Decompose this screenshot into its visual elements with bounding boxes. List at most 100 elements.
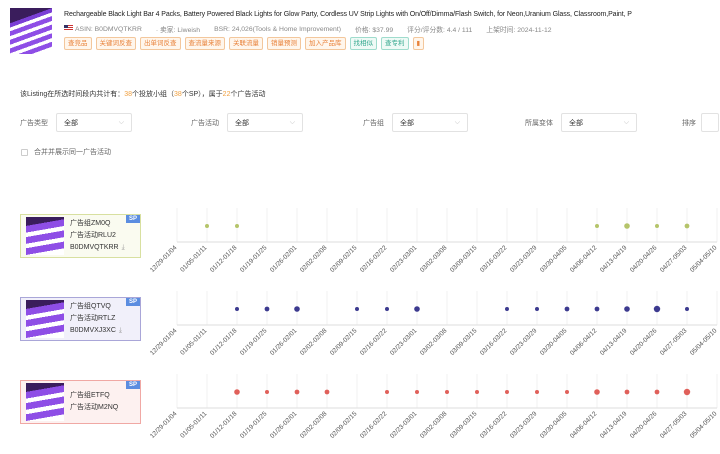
data-point[interactable] bbox=[683, 388, 691, 396]
x-tick-label: 03/23-03/29 bbox=[509, 327, 539, 357]
download-icon[interactable]: ⤓ bbox=[119, 327, 122, 334]
campaign-name: 广告活动M2NQ bbox=[70, 404, 119, 411]
data-point[interactable] bbox=[655, 224, 659, 228]
x-tick-label: 02/09-02/15 bbox=[329, 244, 359, 274]
data-point[interactable] bbox=[535, 390, 539, 394]
x-tick-label: 03/02-03/08 bbox=[419, 327, 449, 357]
data-point[interactable] bbox=[235, 307, 239, 311]
campaign-name: 广告活动RTLZ bbox=[70, 315, 116, 322]
data-point[interactable] bbox=[445, 390, 449, 394]
x-tick-label: 03/30-04/05 bbox=[539, 327, 569, 357]
ad-asin: B0DMVXJ3XC bbox=[70, 327, 116, 334]
ad-group-card[interactable]: 广告组ETFQ 广告活动M2NQ SP bbox=[20, 380, 141, 424]
x-tick-label: 02/02-02/08 bbox=[299, 410, 329, 440]
ad-group-select[interactable]: 全部 ⌵ bbox=[392, 113, 468, 132]
data-point[interactable] bbox=[324, 389, 330, 395]
listing-summary: 该Listing在所选时间段内共计有：38个投放小组（38个SP），属于22个广… bbox=[20, 91, 266, 98]
data-point[interactable] bbox=[565, 390, 569, 394]
tag-button[interactable]: 关联流量 bbox=[229, 37, 263, 50]
data-point[interactable] bbox=[265, 390, 269, 394]
chevron-down-icon: ⌵ bbox=[289, 118, 295, 126]
x-tick-label: 04/20-04/26 bbox=[629, 410, 659, 440]
data-point[interactable] bbox=[595, 224, 599, 228]
data-point[interactable] bbox=[234, 389, 240, 395]
data-point[interactable] bbox=[684, 223, 690, 229]
timeline-chart: 12/29-01/04 01/05-01/11 01/12-01/18 01/19-0… bbox=[149, 374, 719, 440]
x-tick-label: 04/13-04/19 bbox=[599, 410, 629, 440]
tag-button[interactable]: 查专利 bbox=[381, 37, 409, 50]
variant-select[interactable]: 全部 ⌵ bbox=[561, 113, 637, 132]
tag-button[interactable]: 销量预测 bbox=[267, 37, 301, 50]
data-point[interactable] bbox=[294, 389, 300, 395]
asin[interactable]: ASIN: B0DMVQTKRR bbox=[75, 26, 142, 33]
x-tick-label: 03/30-04/05 bbox=[539, 410, 569, 440]
ad-group-card[interactable]: 广告组ZM0Q 广告活动RLU2 B0DMVQTKRR ⤓ SP bbox=[20, 214, 141, 258]
data-point[interactable] bbox=[415, 390, 419, 394]
x-tick-label: 01/05-01/11 bbox=[179, 244, 208, 273]
data-point[interactable] bbox=[654, 389, 660, 395]
data-point[interactable] bbox=[564, 306, 570, 312]
x-tick-label: 04/13-04/19 bbox=[599, 327, 629, 357]
campaign-select[interactable]: 全部 ⌵ bbox=[227, 113, 303, 132]
tag-button[interactable]: 查流量来源 bbox=[184, 37, 225, 50]
merge-campaign-checkbox[interactable]: 合并并展示同一广告活动 bbox=[21, 147, 111, 157]
product-image[interactable] bbox=[10, 8, 52, 54]
data-point[interactable] bbox=[294, 306, 300, 312]
ad-product-image bbox=[26, 300, 64, 338]
tag-button[interactable]: 查竞品 bbox=[64, 37, 92, 50]
chevron-down-icon: ⌵ bbox=[454, 118, 460, 126]
x-tick-label: 12/29-01/04 bbox=[149, 410, 179, 440]
x-tick-label: 02/23-03/01 bbox=[389, 244, 419, 274]
data-point[interactable] bbox=[685, 307, 689, 311]
x-tick-label: 02/23-03/01 bbox=[389, 410, 419, 440]
us-flag-icon bbox=[64, 25, 73, 31]
data-point[interactable] bbox=[414, 306, 420, 312]
data-point[interactable] bbox=[355, 307, 359, 311]
data-point[interactable] bbox=[385, 307, 389, 311]
data-point[interactable] bbox=[205, 224, 209, 228]
data-point[interactable] bbox=[653, 305, 661, 313]
x-tick-label: 03/16-03/22 bbox=[479, 410, 509, 440]
ad-product-image bbox=[26, 217, 64, 255]
ad-type-select[interactable]: 全部 ⌵ bbox=[56, 113, 132, 132]
product-title[interactable]: Rechargeable Black Light Bar 4 Packs, Ba… bbox=[64, 10, 718, 19]
x-tick-label: 01/12-01/18 bbox=[209, 327, 239, 357]
tag-button[interactable]: ▮ bbox=[412, 37, 425, 50]
ad-group-name: 广告组QTVQ bbox=[70, 303, 111, 310]
data-point[interactable] bbox=[535, 307, 539, 311]
chevron-down-icon: ⌵ bbox=[118, 118, 124, 126]
x-tick-label: 02/09-02/15 bbox=[329, 327, 359, 357]
x-tick-label: 12/29-01/04 bbox=[149, 327, 179, 357]
sort-select[interactable] bbox=[701, 113, 719, 132]
data-point[interactable] bbox=[264, 306, 270, 312]
data-point[interactable] bbox=[624, 223, 630, 229]
x-tick-label: 05/04-05/10 bbox=[689, 327, 719, 357]
data-point[interactable] bbox=[505, 390, 509, 394]
campaign-name: 广告活动RLU2 bbox=[70, 232, 116, 239]
sp-badge: SP bbox=[125, 381, 140, 389]
timeline-chart: 12/29-01/04 01/05-01/11 01/12-01/18 01/19-0… bbox=[149, 291, 719, 357]
data-point[interactable] bbox=[505, 307, 509, 311]
x-tick-label: 03/09-03/15 bbox=[449, 410, 479, 440]
ad-group-card[interactable]: 广告组QTVQ 广告活动RTLZ B0DMVXJ3XC ⤓ SP bbox=[20, 297, 141, 341]
data-point[interactable] bbox=[594, 306, 600, 312]
data-point[interactable] bbox=[385, 390, 389, 394]
x-tick-label: 01/12-01/18 bbox=[209, 244, 239, 274]
checkbox-icon[interactable] bbox=[21, 148, 28, 156]
x-tick-label: 04/20-04/26 bbox=[629, 327, 659, 357]
x-tick-label: 02/16-02/22 bbox=[359, 327, 389, 357]
chevron-down-icon: ⌵ bbox=[623, 118, 629, 126]
ad-group-name: 广告组ZM0Q bbox=[70, 220, 111, 227]
download-icon[interactable]: ⤓ bbox=[122, 244, 125, 251]
data-point[interactable] bbox=[624, 389, 630, 395]
data-point[interactable] bbox=[475, 390, 479, 394]
data-point[interactable] bbox=[594, 389, 600, 395]
data-point[interactable] bbox=[624, 306, 630, 312]
x-tick-label: 04/27-05/03 bbox=[659, 244, 689, 274]
tag-button[interactable]: 加入产品库 bbox=[305, 37, 346, 50]
tag-button[interactable]: 关键词反查 bbox=[95, 37, 136, 50]
tag-button[interactable]: 找相似 bbox=[349, 37, 377, 50]
x-tick-label: 03/09-03/15 bbox=[449, 327, 479, 357]
data-point[interactable] bbox=[235, 224, 239, 228]
tag-button[interactable]: 出单词反查 bbox=[140, 37, 181, 50]
